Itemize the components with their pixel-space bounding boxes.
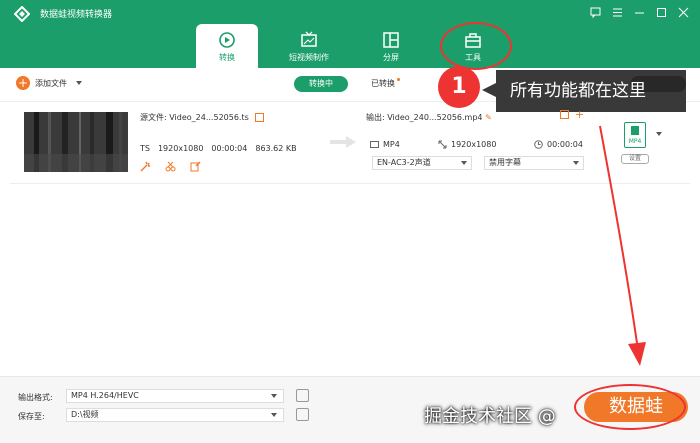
save-path-select[interactable]: D:\视频 <box>66 408 284 422</box>
source-name: Video_24...52056.ts <box>169 113 249 122</box>
audio-track-value: EN-AC3-2声道 <box>377 158 431 167</box>
document-icon <box>631 126 639 135</box>
output-resolution: 1920x1080 <box>451 140 497 149</box>
notification-dot <box>397 78 400 81</box>
file-list-item: 源文件: Video_24...52056.ts TS 1920x1080 00… <box>10 104 690 184</box>
subtitle-value: 禁用字幕 <box>489 158 521 167</box>
close-icon[interactable] <box>676 5 690 19</box>
output-label: 输出: <box>366 113 385 122</box>
chevron-down-icon <box>271 394 277 398</box>
chevron-down-icon[interactable] <box>656 132 662 136</box>
add-file-label: 添加文件 <box>35 78 67 88</box>
chevron-down-icon <box>271 413 277 417</box>
info-icon[interactable] <box>255 113 265 122</box>
resize-icon <box>438 140 447 149</box>
tab-label: 短视频制作 <box>289 53 329 62</box>
title-bar: 数据蛙视频转换器 转换 短视频制作 分屏 工具 <box>0 0 700 68</box>
app-logo-icon <box>14 6 30 22</box>
output-format: MP4 <box>383 140 400 149</box>
output-format-badge[interactable]: MP4 <box>624 122 646 148</box>
source-label: 源文件: <box>140 113 167 122</box>
callout-pointer <box>482 83 496 97</box>
output-resolution-cell: 1920x1080 <box>438 140 534 149</box>
highlight-ring-convert <box>574 384 686 430</box>
output-format-cell: MP4 <box>370 140 438 149</box>
tv-icon <box>301 31 317 47</box>
settings-button[interactable]: 设置 <box>621 154 649 164</box>
audio-track-select[interactable]: EN-AC3-2声道 <box>372 156 472 170</box>
minimize-icon[interactable] <box>632 5 646 19</box>
save-path-value: D:\视频 <box>71 410 99 419</box>
callout-number: 1 <box>438 66 480 108</box>
output-format-value: MP4 H.264/HEVC <box>71 391 139 400</box>
forest-thumbnail-image <box>24 112 128 172</box>
convert-icon <box>219 32 235 48</box>
tab-converted[interactable]: 已转换 <box>362 76 404 92</box>
rename-icon[interactable]: ✎ <box>485 113 492 122</box>
info-icon[interactable] <box>560 110 569 119</box>
output-actions: + <box>556 109 584 120</box>
add-icon[interactable]: + <box>575 109 584 120</box>
chevron-down-icon <box>573 161 579 165</box>
film-icon <box>370 141 379 148</box>
output-name: Video_240...52056.mp4 <box>387 113 483 122</box>
tab-converted-label: 已转换 <box>371 79 395 88</box>
format-settings-icon[interactable] <box>296 389 309 402</box>
chevron-down-icon <box>461 161 467 165</box>
format-badge-label: MP4 <box>628 138 642 145</box>
arrow-right-icon <box>330 136 356 148</box>
output-format-label: 输出格式: <box>18 393 53 402</box>
output-meta: MP4 1920x1080 00:00:04 <box>370 140 604 149</box>
clock-icon <box>534 140 543 149</box>
feedback-icon[interactable] <box>588 5 602 19</box>
source-meta: TS 1920x1080 00:00:04 863.62 KB <box>140 144 297 153</box>
scissors-icon[interactable] <box>165 161 176 172</box>
track-selects: EN-AC3-2声道 禁用字幕 <box>372 156 584 170</box>
menu-icon[interactable] <box>610 5 624 19</box>
source-resolution: 1920x1080 <box>157 144 204 153</box>
output-duration: 00:00:04 <box>547 140 583 149</box>
tab-convert[interactable]: 转换 <box>196 24 258 68</box>
tab-short-video[interactable]: 短视频制作 <box>278 24 340 68</box>
subtitle-select[interactable]: 禁用字幕 <box>484 156 584 170</box>
app-title: 数据蛙视频转换器 <box>40 10 113 20</box>
edit-tools <box>140 161 201 172</box>
plus-icon: + <box>16 76 30 90</box>
save-to-label: 保存至: <box>18 412 45 421</box>
watermark: 掘金技术社区 @ <box>424 406 556 427</box>
output-duration-cell: 00:00:04 <box>534 140 604 149</box>
edit-icon[interactable] <box>190 161 201 172</box>
source-duration: 00:00:04 <box>211 144 248 153</box>
output-file-name: 输出: Video_240...52056.mp4 ✎ <box>366 112 492 123</box>
magic-wand-icon[interactable] <box>140 161 151 172</box>
source-file-name: 源文件: Video_24...52056.ts <box>140 112 265 123</box>
source-size: 863.62 KB <box>255 144 297 153</box>
tab-split-screen[interactable]: 分屏 <box>360 24 422 68</box>
chevron-down-icon[interactable] <box>76 81 82 85</box>
split-icon <box>383 32 399 48</box>
highlight-ring-tools <box>440 22 512 70</box>
window-controls <box>588 5 690 19</box>
folder-icon[interactable] <box>296 408 309 421</box>
maximize-icon[interactable] <box>654 5 668 19</box>
video-thumbnail[interactable] <box>24 112 128 172</box>
tab-label: 分屏 <box>383 53 399 62</box>
source-format: TS <box>140 144 150 153</box>
tab-label: 转换 <box>219 53 235 62</box>
output-format-select[interactable]: MP4 H.264/HEVC <box>66 389 284 403</box>
add-file-button[interactable]: + 添加文件 <box>16 76 82 90</box>
tab-converting[interactable]: 转换中 <box>294 76 348 92</box>
